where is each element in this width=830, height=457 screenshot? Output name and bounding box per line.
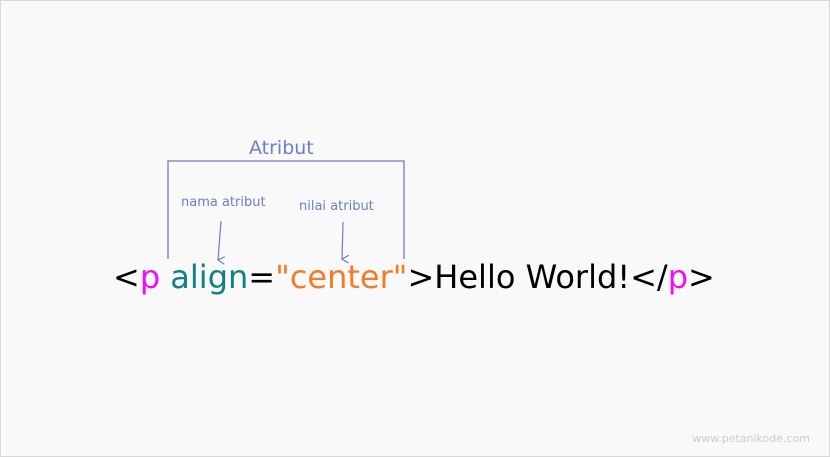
close-bracket: > <box>407 258 435 296</box>
watermark: www.petanikode.com <box>692 432 810 445</box>
value-arrow <box>342 221 343 259</box>
attribute-value: "center" <box>275 258 408 296</box>
attribute-value-label: nilai atribut <box>299 199 374 214</box>
tag-name: p <box>139 258 161 296</box>
attribute-name: align <box>170 258 249 296</box>
html-code-line: <p align="center">Hello World!</p> <box>113 257 715 297</box>
end-tag-close: > <box>688 258 715 296</box>
attribute-label: Atribut <box>249 137 314 159</box>
annotation-lines <box>167 160 405 457</box>
element-content: Hello World! <box>434 258 631 296</box>
end-tag-open: </ <box>630 258 668 296</box>
equals-sign: = <box>248 258 276 296</box>
attribute-name-label: nama atribut <box>181 195 266 210</box>
open-bracket: < <box>113 258 140 296</box>
end-tag-name: p <box>667 258 689 296</box>
name-arrow <box>218 220 221 260</box>
